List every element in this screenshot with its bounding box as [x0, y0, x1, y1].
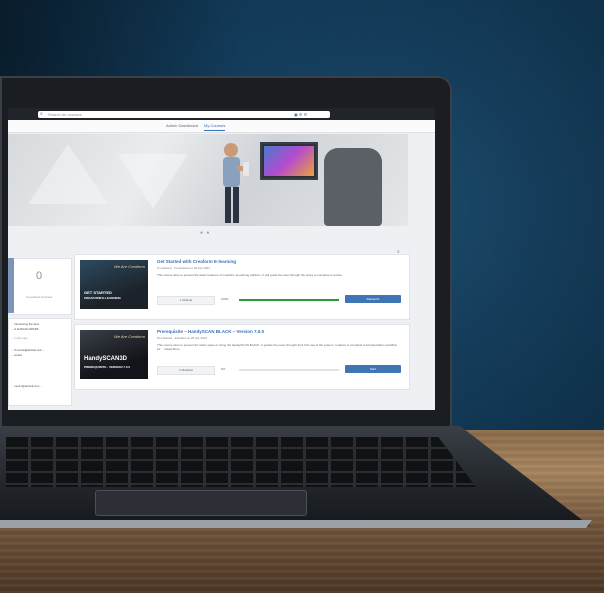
- thumbnail-subtitle: PREREQUISITE - VERSION 7.0.0: [84, 365, 131, 369]
- course-thumbnail: We Are Creaform GET STARTED CREAFORM E-L…: [80, 260, 148, 309]
- progress-fill: [239, 299, 339, 301]
- stat-accent: [8, 258, 14, 313]
- course-modules: 1 Module: [157, 296, 215, 305]
- stat-card: [8, 258, 72, 315]
- search-placeholder: Search for courses: [48, 112, 82, 117]
- subnav: Admin Dashboard My Courses: [8, 120, 435, 133]
- course-status: Completed: [157, 266, 172, 270]
- course-status: Not Started: [157, 336, 173, 340]
- thumbnail-title: GET STARTED: [84, 290, 112, 295]
- laptop-edge: [0, 520, 592, 528]
- news-item[interactable]: ... ended: [11, 353, 69, 358]
- relaunch-button[interactable]: Relaunch: [345, 295, 401, 303]
- course-date: Completed on 26 Apr 2024: [174, 266, 210, 270]
- start-button[interactable]: Start: [345, 365, 401, 373]
- news-item[interactable]: ... & SolSCAN SPARK: [11, 327, 69, 332]
- progress-bar: [239, 369, 339, 371]
- banner-person: [223, 143, 249, 223]
- course-description: This course aims to present the basic st…: [157, 343, 397, 351]
- thumbnail-subtitle: CREAFORM E-LEARNING: [84, 296, 121, 300]
- tab-my-courses[interactable]: My Courses: [204, 122, 226, 131]
- laptop-screen: ⌕ Search for courses ▣ ⚙ ☰ Admin Dashboa…: [8, 108, 435, 410]
- keyboard-rows: [6, 437, 476, 487]
- tab-admin-dashboard[interactable]: Admin Dashboard: [166, 122, 198, 130]
- course-modules: 2 Modules: [157, 366, 215, 375]
- thumbnail-title: HandySCAN3D: [84, 356, 128, 362]
- carousel-dots[interactable]: ● ●: [200, 230, 210, 236]
- topbar-icons[interactable]: ▣ ⚙ ☰: [294, 111, 307, 118]
- news-panel: ... Introducing the New ... & SolSCAN SP…: [8, 318, 72, 406]
- monitor-display: [264, 146, 314, 176]
- course-meta: Completed · Completed on 26 Apr 2024: [157, 266, 210, 270]
- course-thumbnail: We Are Creaform HandySCAN3D PREREQUISITE…: [80, 330, 148, 379]
- course-percent: 0%: [221, 367, 226, 371]
- news-item[interactable]: ... ment.r@artztek.com ...: [11, 384, 69, 389]
- news-date: ... 2 days ago: [11, 336, 28, 340]
- course-title[interactable]: Prerequisite – HandySCAN BLACK – Version…: [157, 329, 264, 334]
- banner-pattern: [28, 144, 108, 204]
- progress-bar: [239, 299, 339, 301]
- completed-count: 0: [35, 270, 43, 282]
- course-date: Enrolled on 26 Apr 2024: [174, 336, 208, 340]
- completed-label: Completed Courses: [25, 295, 53, 299]
- course-description: This course aims to present the basic fe…: [157, 273, 343, 277]
- banner-monitor: [260, 142, 318, 180]
- banner-seat: [324, 148, 382, 226]
- thumbnail-handwriting: We Are Creaform: [114, 334, 145, 339]
- touchpad: [95, 490, 307, 516]
- banner-pattern: [118, 154, 188, 209]
- search-icon: ⌕: [40, 111, 43, 117]
- course-card[interactable]: We Are Creaform HandySCAN3D PREREQUISITE…: [74, 324, 410, 390]
- course-card[interactable]: We Are Creaform GET STARTED CREAFORM E-L…: [74, 254, 410, 320]
- app-topbar: ⌕ Search for courses ▣ ⚙ ☰: [8, 108, 435, 120]
- search-input[interactable]: ⌕ Search for courses: [38, 111, 330, 118]
- course-percent: 100%: [221, 297, 229, 301]
- course-meta: Not Started · Enrolled on 26 Apr 2024: [157, 336, 208, 340]
- hero-banner: [8, 134, 408, 226]
- thumbnail-handwriting: We Are Creaform: [114, 264, 145, 269]
- course-title[interactable]: Get Started with Creaform E-learning: [157, 259, 236, 264]
